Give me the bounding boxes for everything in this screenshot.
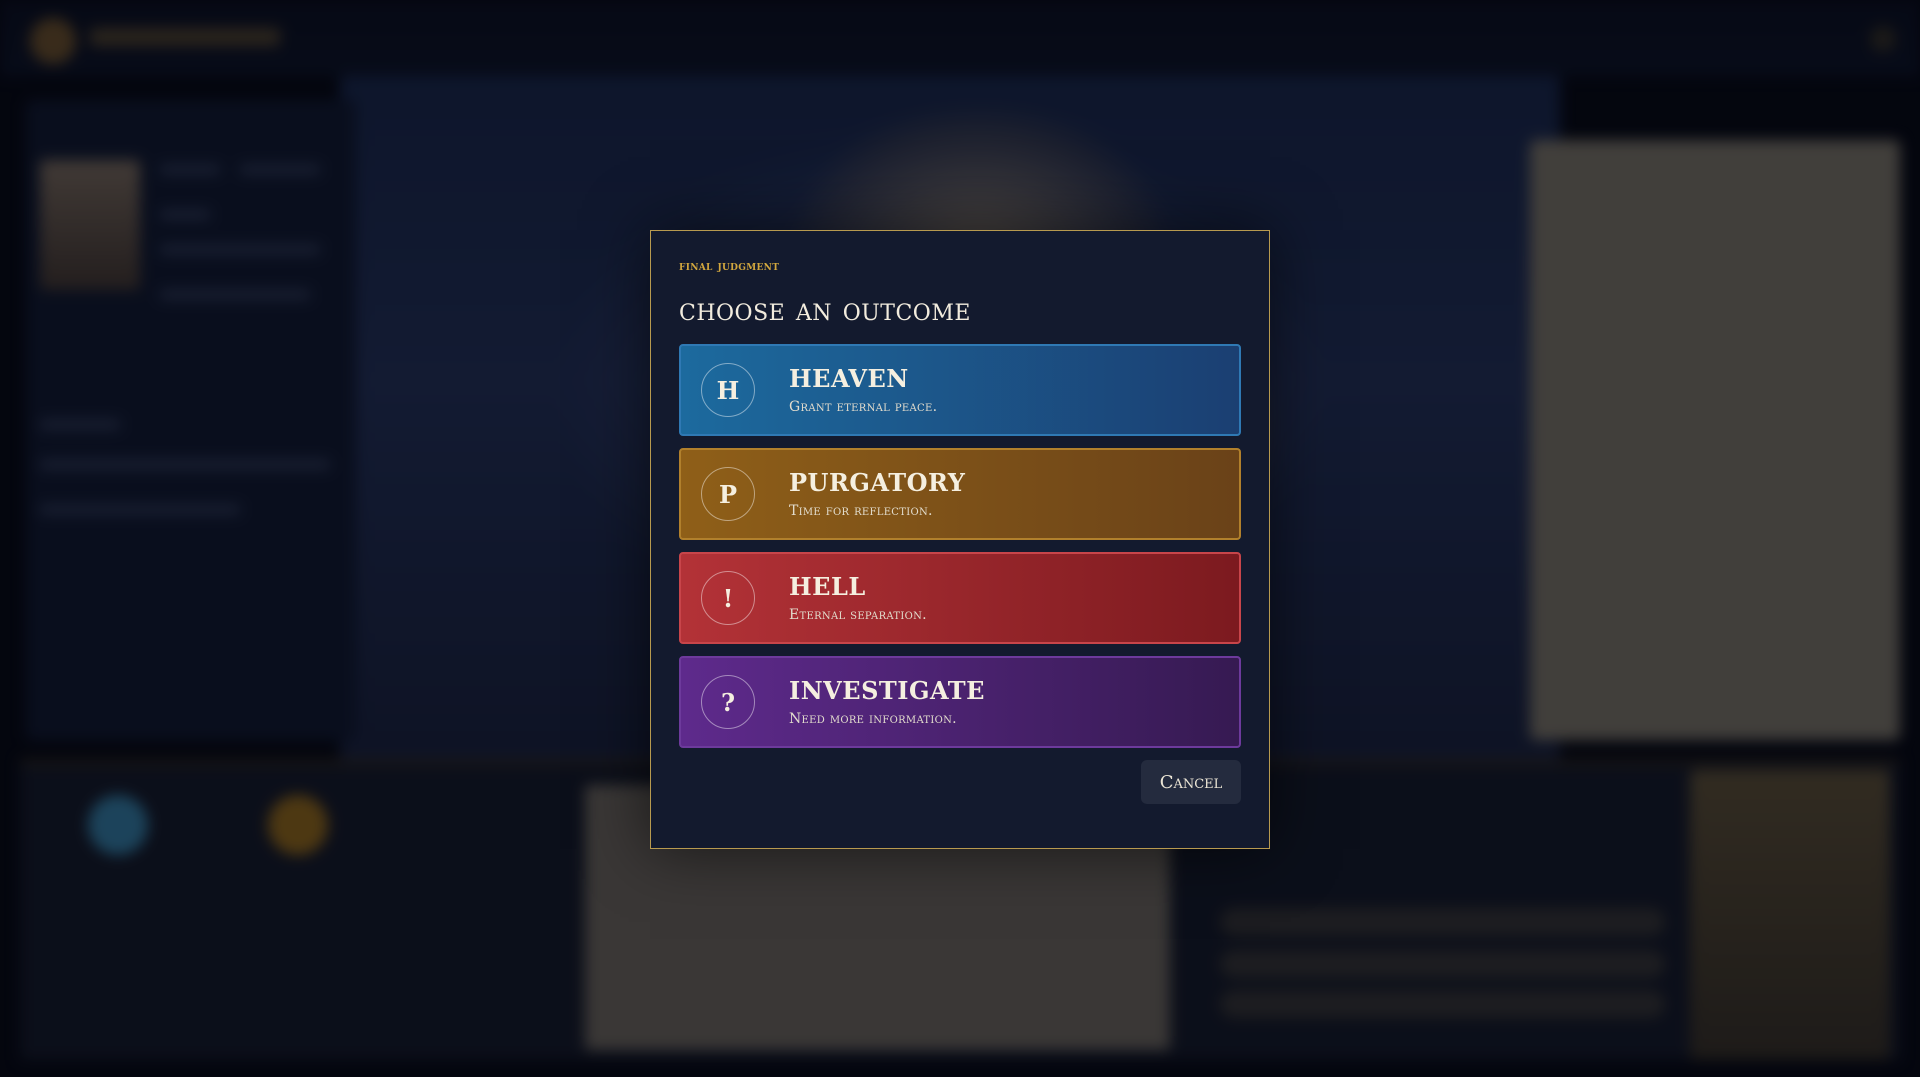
- option-description: Eternal separation.: [789, 607, 927, 623]
- modal-footer: Cancel: [679, 760, 1241, 804]
- heaven-option-button[interactable]: H HEAVEN Grant eternal peace.: [679, 344, 1241, 436]
- question-mark-icon: ?: [701, 675, 755, 729]
- purgatory-letter-icon: P: [701, 467, 755, 521]
- judgment-modal: Final Judgment Choose an Outcome H HEAVE…: [650, 230, 1270, 849]
- option-description: Time for reflection.: [789, 503, 933, 519]
- purgatory-option-button[interactable]: P PURGATORY Time for reflection.: [679, 448, 1241, 540]
- outcome-options: H HEAVEN Grant eternal peace. P PURGATOR…: [679, 344, 1241, 748]
- cancel-button[interactable]: Cancel: [1141, 760, 1241, 804]
- heaven-letter-icon: H: [701, 363, 755, 417]
- option-description: Grant eternal peace.: [789, 399, 938, 415]
- option-description: Need more information.: [789, 711, 957, 727]
- option-title: HEAVEN: [789, 364, 909, 393]
- option-title: HELL: [789, 572, 866, 601]
- option-title: PURGATORY: [789, 468, 966, 497]
- investigate-option-button[interactable]: ? INVESTIGATE Need more information.: [679, 656, 1241, 748]
- modal-eyebrow: Final Judgment: [679, 259, 780, 274]
- option-title: INVESTIGATE: [789, 676, 985, 705]
- exclamation-icon: !: [701, 571, 755, 625]
- modal-title: Choose an Outcome: [679, 290, 971, 328]
- hell-option-button[interactable]: ! HELL Eternal separation.: [679, 552, 1241, 644]
